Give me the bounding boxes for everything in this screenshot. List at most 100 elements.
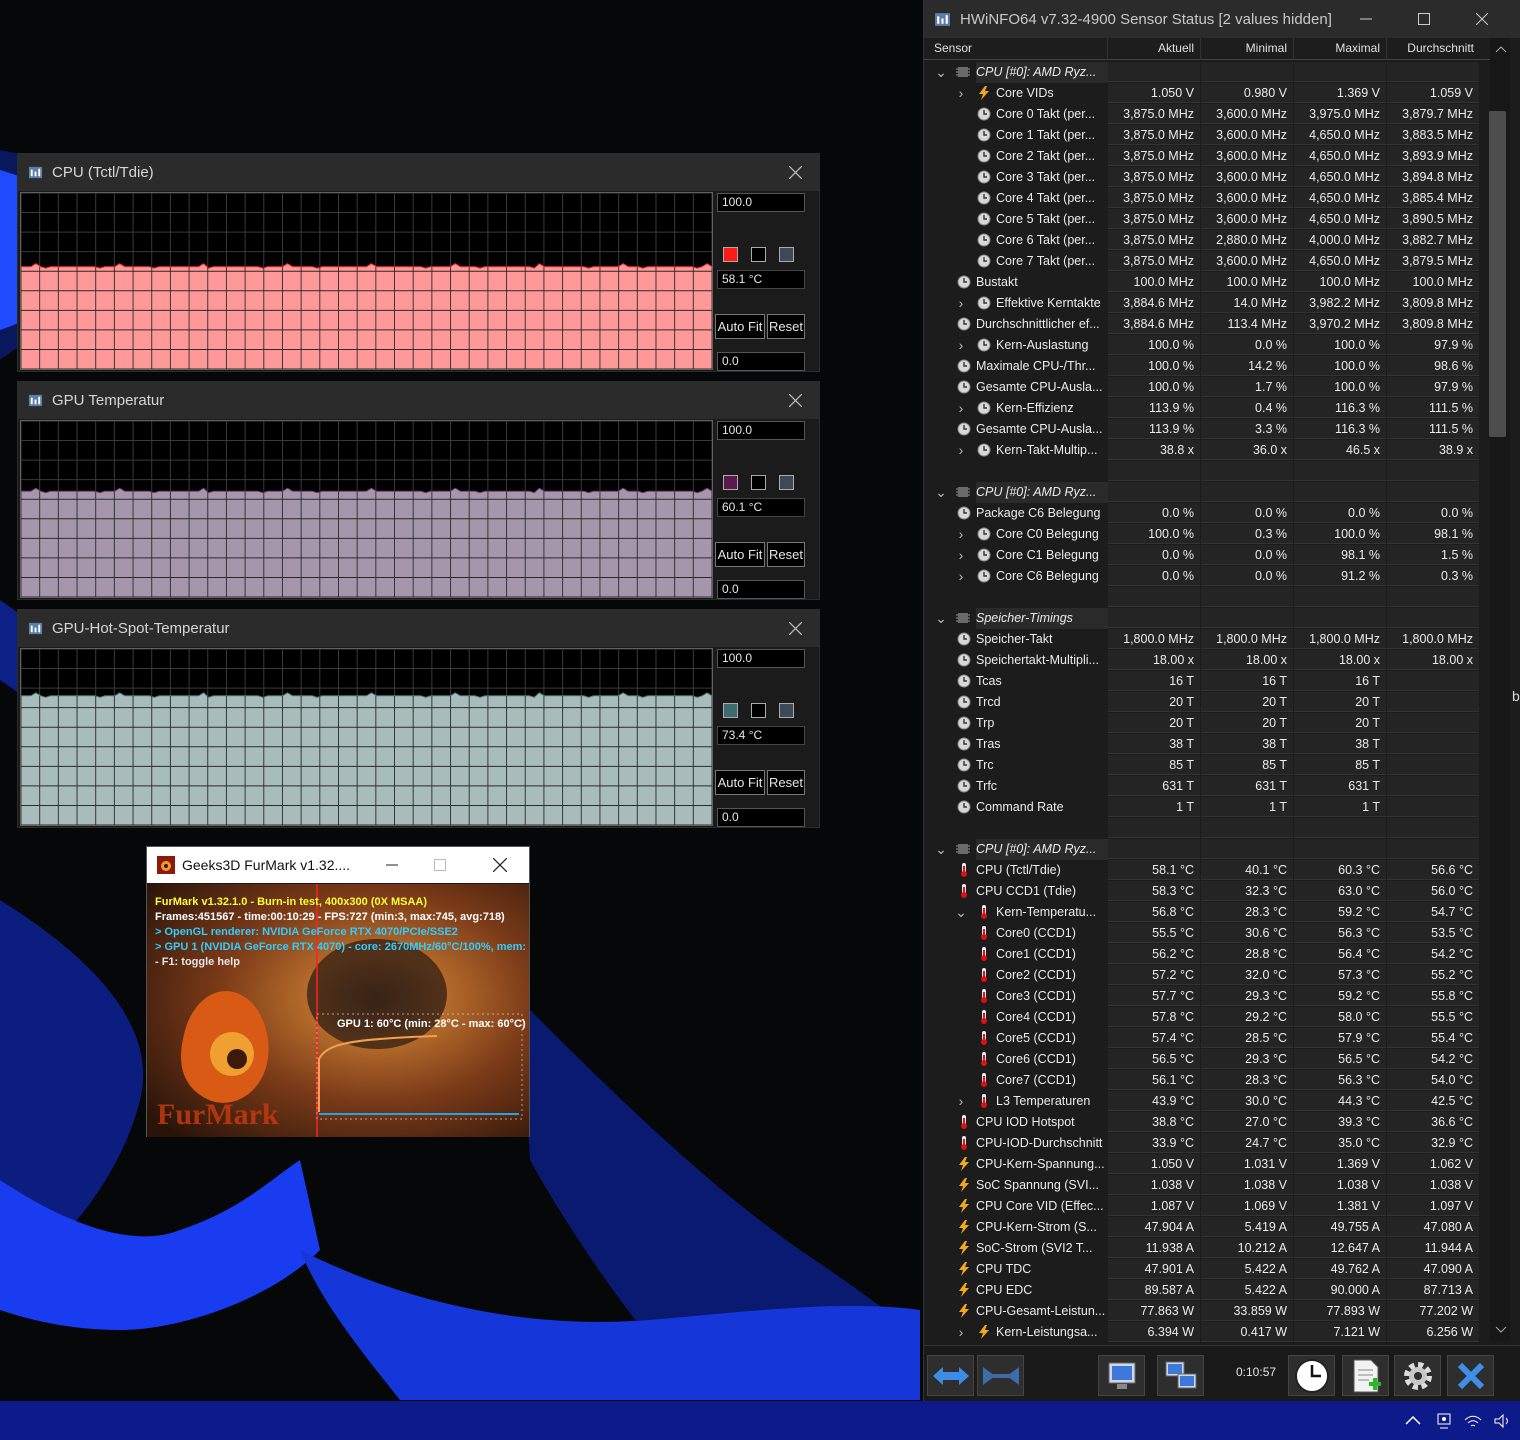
- scroll-up-icon[interactable]: [1491, 40, 1511, 60]
- sensor-row[interactable]: CPU EDC 89.587 A 5.422 A 90.000 A 87.713 A: [924, 1280, 1480, 1301]
- graph-max-field[interactable]: 100.0: [717, 649, 805, 668]
- sensor-row[interactable]: Core6 (CCD1) 56.5 °C 29.3 °C 56.5 °C 54.2 °C: [924, 1049, 1480, 1070]
- sensor-row[interactable]: Core 4 Takt (per... 3,875.0 MHz 3,600.0 MH…: [924, 188, 1480, 209]
- sensor-row[interactable]: CPU TDC 47.901 A 5.422 A 49.762 A 47.090 A: [924, 1259, 1480, 1280]
- sensor-row[interactable]: CPU IOD Hotspot 38.8 °C 27.0 °C 39.3 °C 36.6…: [924, 1112, 1480, 1133]
- sensor-row[interactable]: › Core C0 Belegung 100.0 % 0.3 % 100.0 % 98.1…: [924, 524, 1480, 545]
- sensor-group-row[interactable]: ⌄ CPU [#0]: AMD Ryz...: [924, 62, 1480, 83]
- sensor-row[interactable]: CPU-IOD-Durchschnitt 33.9 °C 24.7 °C 35.0 °…: [924, 1133, 1480, 1154]
- minimize-button[interactable]: [1337, 0, 1395, 38]
- sensor-row[interactable]: › Core C1 Belegung 0.0 % 0.0 % 98.1 % 1.5 %: [924, 545, 1480, 566]
- chevron-up-icon[interactable]: [1403, 1411, 1423, 1431]
- sensor-row[interactable]: Trcd 20 T 20 T 20 T: [924, 692, 1480, 713]
- sensor-row[interactable]: Core 2 Takt (per... 3,875.0 MHz 3,600.0 MH…: [924, 146, 1480, 167]
- graph-close-button[interactable]: [777, 384, 813, 417]
- chevron-right-icon[interactable]: ›: [954, 1091, 968, 1112]
- sensor-row[interactable]: › Kern-Leistungsa... 6.394 W 0.417 W 7.121 W…: [924, 1322, 1480, 1342]
- sensor-row[interactable]: › Kern-Auslastung 100.0 % 0.0 % 100.0 % 97.9 …: [924, 335, 1480, 356]
- graph-max-field[interactable]: 100.0: [717, 193, 805, 212]
- network-button[interactable]: [1157, 1355, 1204, 1396]
- chevron-right-icon[interactable]: ›: [954, 440, 968, 461]
- graph-titlebar[interactable]: GPU-Hot-Spot-Temperatur: [18, 610, 819, 647]
- settings-button[interactable]: [1394, 1355, 1441, 1396]
- sensor-row[interactable]: Tras 38 T 38 T 38 T: [924, 734, 1480, 755]
- maximize-button[interactable]: [1395, 0, 1453, 38]
- chevron-right-icon[interactable]: ›: [954, 335, 968, 356]
- graph-titlebar[interactable]: GPU Temperatur: [18, 382, 819, 419]
- sensor-row[interactable]: SoC-Strom (SVI2 T... 11.938 A 10.212 A 12.6…: [924, 1238, 1480, 1259]
- sensor-row[interactable]: Speichertakt-Multipli... 18.00 x 18.00 x 18…: [924, 650, 1480, 671]
- furmark-titlebar[interactable]: Geeks3D FurMark v1.32....: [147, 847, 529, 883]
- graph-titlebar[interactable]: CPU (Tctl/Tdie): [18, 154, 819, 191]
- sensor-row[interactable]: Gesamte CPU-Ausla... 100.0 % 1.7 % 100.0 % 9…: [924, 377, 1480, 398]
- sensor-row[interactable]: Trfc 631 T 631 T 631 T: [924, 776, 1480, 797]
- graph-grid-swatch[interactable]: [779, 247, 794, 262]
- sensor-row[interactable]: Durchschnittlicher ef... 3,884.6 MHz 113.4…: [924, 314, 1480, 335]
- graph-close-button[interactable]: [777, 156, 813, 189]
- scrollbar-thumb[interactable]: [1489, 111, 1506, 437]
- sensor-row[interactable]: Gesamte CPU-Ausla... 113.9 % 3.3 % 116.3 % 1…: [924, 419, 1480, 440]
- sensor-row[interactable]: Core5 (CCD1) 57.4 °C 28.5 °C 57.9 °C 55.4 °C: [924, 1028, 1480, 1049]
- graph-color-swatch[interactable]: [723, 703, 738, 718]
- sensor-row[interactable]: ⌄ Kern-Temperatu... 56.8 °C 28.3 °C 59.2 °C 5…: [924, 902, 1480, 923]
- reset-button[interactable]: Reset: [767, 542, 805, 567]
- logging-button[interactable]: [1342, 1355, 1389, 1396]
- sensor-group-row[interactable]: ⌄ CPU [#0]: AMD Ryz...: [924, 839, 1480, 860]
- expand-all-button[interactable]: [927, 1355, 974, 1396]
- chevron-right-icon[interactable]: ›: [954, 545, 968, 566]
- furmark-minimize-button[interactable]: [369, 847, 415, 883]
- sensor-row[interactable]: › Kern-Takt-Multip... 38.8 x 36.0 x 46.5 x 38…: [924, 440, 1480, 461]
- sensor-list[interactable]: ⌄ CPU [#0]: AMD Ryz... › Core VIDs 1.050 V0…: [924, 62, 1480, 1342]
- autofit-button[interactable]: Auto Fit: [715, 770, 765, 795]
- graph-min-field[interactable]: 0.0: [717, 580, 805, 599]
- chevron-down-icon[interactable]: ⌄: [934, 839, 948, 860]
- sensor-row[interactable]: Tcas 16 T 16 T 16 T: [924, 671, 1480, 692]
- sensor-row[interactable]: Trc 85 T 85 T 85 T: [924, 755, 1480, 776]
- graph-min-field[interactable]: 0.0: [717, 808, 805, 827]
- chevron-down-icon[interactable]: ⌄: [934, 482, 948, 503]
- scroll-down-icon[interactable]: [1491, 1319, 1511, 1339]
- column-min[interactable]: Minimal: [1201, 38, 1294, 60]
- chevron-right-icon[interactable]: ›: [954, 1322, 968, 1342]
- sensor-row[interactable]: Speicher-Takt 1,800.0 MHz 1,800.0 MHz 1,800…: [924, 629, 1480, 650]
- speaker-icon[interactable]: [1492, 1411, 1512, 1431]
- column-average[interactable]: Durchschnitt: [1387, 38, 1480, 60]
- exit-button[interactable]: [1447, 1355, 1494, 1396]
- sensor-row[interactable]: › Kern-Effizienz 113.9 % 0.4 % 116.3 % 111.5 …: [924, 398, 1480, 419]
- reset-button[interactable]: Reset: [767, 770, 805, 795]
- reset-button[interactable]: Reset: [767, 314, 805, 339]
- graph-grid-swatch[interactable]: [779, 475, 794, 490]
- sensor-row[interactable]: › Core VIDs 1.050 V 0.980 V 1.369 V 1.059 V: [924, 83, 1480, 104]
- sensor-row[interactable]: Package C6 Belegung 0.0 % 0.0 % 0.0 % 0.0 %: [924, 503, 1480, 524]
- chevron-right-icon[interactable]: ›: [954, 524, 968, 545]
- graph-close-button[interactable]: [777, 612, 813, 645]
- column-sensor[interactable]: Sensor: [924, 38, 1108, 60]
- sensor-row[interactable]: Trp 20 T 20 T 20 T: [924, 713, 1480, 734]
- chevron-right-icon[interactable]: ›: [954, 398, 968, 419]
- graph-grid-swatch[interactable]: [779, 703, 794, 718]
- sensor-row[interactable]: CPU Core VID (Effec... 1.087 V 1.069 V 1.38…: [924, 1196, 1480, 1217]
- sensor-row[interactable]: › Core C6 Belegung 0.0 % 0.0 % 91.2 % 0.3 %: [924, 566, 1480, 587]
- column-max[interactable]: Maximal: [1294, 38, 1387, 60]
- sensor-row[interactable]: Core7 (CCD1) 56.1 °C 28.3 °C 56.3 °C 54.0 °C: [924, 1070, 1480, 1091]
- column-current[interactable]: Aktuell: [1108, 38, 1201, 60]
- sensor-row[interactable]: › Effektive Kerntakte 3,884.6 MHz 14.0 MHz 3…: [924, 293, 1480, 314]
- graph-background-swatch[interactable]: [751, 703, 766, 718]
- sensor-row[interactable]: Core 6 Takt (per... 3,875.0 MHz 2,880.0 MH…: [924, 230, 1480, 251]
- graph-max-field[interactable]: 100.0: [717, 421, 805, 440]
- sensor-row[interactable]: SoC Spannung (SVI... 1.038 V 1.038 V 1.038 …: [924, 1175, 1480, 1196]
- sensor-row[interactable]: › L3 Temperaturen 43.9 °C 30.0 °C 44.3 °C 42.…: [924, 1091, 1480, 1112]
- sensor-row[interactable]: Core4 (CCD1) 57.8 °C 29.2 °C 58.0 °C 55.5 °C: [924, 1007, 1480, 1028]
- sensor-row[interactable]: Core2 (CCD1) 57.2 °C 32.0 °C 57.3 °C 55.2 °C: [924, 965, 1480, 986]
- sensor-row[interactable]: Bustakt 100.0 MHz 100.0 MHz 100.0 MHz 100.0 …: [924, 272, 1480, 293]
- close-button[interactable]: [1453, 0, 1511, 38]
- chevron-right-icon[interactable]: ›: [954, 83, 968, 104]
- graph-background-swatch[interactable]: [751, 475, 766, 490]
- graph-min-field[interactable]: 0.0: [717, 352, 805, 371]
- main-window-button[interactable]: [1098, 1355, 1145, 1396]
- chevron-down-icon[interactable]: ⌄: [954, 902, 968, 923]
- chevron-down-icon[interactable]: ⌄: [934, 62, 948, 83]
- sensor-group-row[interactable]: ⌄ Speicher-Timings: [924, 608, 1480, 629]
- webcam-icon[interactable]: [1434, 1411, 1454, 1431]
- chevron-right-icon[interactable]: ›: [954, 293, 968, 314]
